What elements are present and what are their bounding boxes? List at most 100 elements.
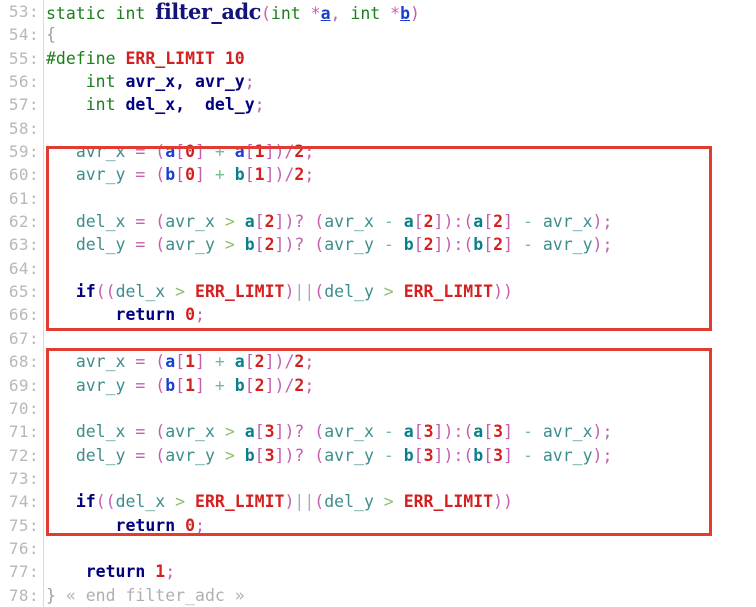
code-line-73-blank xyxy=(46,467,756,490)
paren: ) xyxy=(284,492,295,512)
greater-than-operator: > xyxy=(214,422,245,442)
semicolon: ; xyxy=(602,422,613,442)
variable: avr_x xyxy=(165,422,215,442)
semicolon: ; xyxy=(254,95,265,115)
array-b: b xyxy=(234,375,245,395)
variable: avr_x xyxy=(324,212,374,232)
minus-operator: - xyxy=(513,445,543,465)
bracket: [ xyxy=(483,235,494,255)
code-text-area[interactable]: static int filter_adc(int *a, int *b) { … xyxy=(46,0,756,607)
bracket: ] xyxy=(195,165,205,185)
code-line-61-blank xyxy=(46,187,756,210)
bracket: [ xyxy=(244,352,255,372)
semicolon: ; xyxy=(304,165,315,185)
ternary-question: )? xyxy=(284,445,315,465)
bracket: ] xyxy=(503,212,514,232)
variable: avr_x xyxy=(324,422,374,442)
paren: ( xyxy=(155,142,166,162)
array-index: 3 xyxy=(493,445,504,465)
code-line-76-blank xyxy=(46,537,756,560)
array-b: b xyxy=(165,375,176,395)
ternary-question: )? xyxy=(284,235,315,255)
line-number: 71: xyxy=(8,422,39,442)
lhs-variable: del_y xyxy=(75,445,126,465)
parameter-a: a xyxy=(320,4,331,23)
line-number: 53: xyxy=(8,2,39,21)
paren: ( xyxy=(155,352,166,372)
code-line-68: avr_x = (a[1] + a[2])/2; xyxy=(46,350,756,373)
array-index: 2 xyxy=(264,212,275,232)
assign-operator: = xyxy=(125,165,156,185)
minus-operator: - xyxy=(373,422,404,442)
divide-operator: / xyxy=(284,165,295,185)
pointer-star: * xyxy=(390,4,401,23)
paren: ( xyxy=(463,445,474,465)
logical-or-operator: || xyxy=(294,282,315,302)
greater-than-operator: > xyxy=(214,235,245,255)
array-b: b xyxy=(244,235,255,255)
paren: ( xyxy=(155,375,166,395)
end-of-function-comment: « end filter_adc » xyxy=(65,585,245,605)
array-index: 3 xyxy=(423,422,434,442)
paren: ) xyxy=(410,4,420,23)
greater-than-operator: > xyxy=(165,492,196,512)
greater-than-operator: > xyxy=(214,445,245,465)
semicolon: ; xyxy=(304,375,315,395)
greater-than-operator: > xyxy=(373,282,404,302)
lhs-variable: avr_x xyxy=(75,352,126,372)
paren: (( xyxy=(95,282,116,302)
keyword-int: int xyxy=(350,4,391,23)
array-index: 2 xyxy=(264,235,275,255)
paren: ( xyxy=(155,422,166,442)
array-index: 2 xyxy=(493,212,504,232)
variable: del_y xyxy=(324,492,374,512)
array-index: 2 xyxy=(254,375,265,395)
line-number: 66: xyxy=(8,305,39,325)
bracket: ] xyxy=(274,445,285,465)
lhs-variable: avr_x xyxy=(75,142,126,162)
code-line-54: { xyxy=(46,23,756,46)
line-number-gutter: 53: 54: 55: 56: 57: 58: 59: 60: 61: 62: … xyxy=(0,0,44,607)
array-index: 2 xyxy=(254,352,265,372)
return-value: 0 xyxy=(185,305,196,325)
code-line-53: static int filter_adc(int *a, int *b) xyxy=(46,0,756,23)
code-line-69: avr_y = (b[1] + b[2])/2; xyxy=(46,374,756,397)
bracket: ] xyxy=(503,235,514,255)
code-line-63: del_y = (avr_y > b[2])? (avr_y - b[2]):(… xyxy=(46,233,756,256)
array-a: a xyxy=(234,352,245,372)
code-line-64-blank xyxy=(46,257,756,280)
array-a: a xyxy=(234,142,245,162)
line-number: 76: xyxy=(8,538,39,558)
array-b: b xyxy=(165,165,176,185)
bracket: ] xyxy=(195,142,205,162)
array-a: a xyxy=(473,212,484,232)
keyword-return: return xyxy=(115,305,186,325)
denominator: 2 xyxy=(294,142,305,162)
bracket: [ xyxy=(254,445,265,465)
plus-operator: + xyxy=(204,375,235,395)
paren: ( xyxy=(463,422,474,442)
code-line-70-blank xyxy=(46,397,756,420)
paren: ( xyxy=(314,445,325,465)
macro-name: ERR_LIMIT xyxy=(195,282,285,302)
lhs-variable: avr_y xyxy=(75,375,126,395)
paren: (( xyxy=(95,492,116,512)
array-index: 2 xyxy=(493,235,504,255)
paren: ( xyxy=(463,235,474,255)
line-number: 55: xyxy=(8,48,39,68)
bracket: ] xyxy=(433,235,444,255)
brace-close: } xyxy=(46,585,66,605)
macro-name: ERR_LIMIT xyxy=(125,48,225,68)
array-a: a xyxy=(473,422,484,442)
bracket: ] xyxy=(195,352,205,372)
denominator: 2 xyxy=(294,165,305,185)
bracket: [ xyxy=(413,212,424,232)
comma: , xyxy=(330,4,351,23)
parameter-b: b xyxy=(400,4,411,23)
line-number: 60: xyxy=(8,165,39,185)
code-line-59: avr_x = (a[0] + a[1])/2; xyxy=(46,140,756,163)
array-index: 3 xyxy=(264,422,275,442)
variable: avr_x xyxy=(542,422,593,442)
